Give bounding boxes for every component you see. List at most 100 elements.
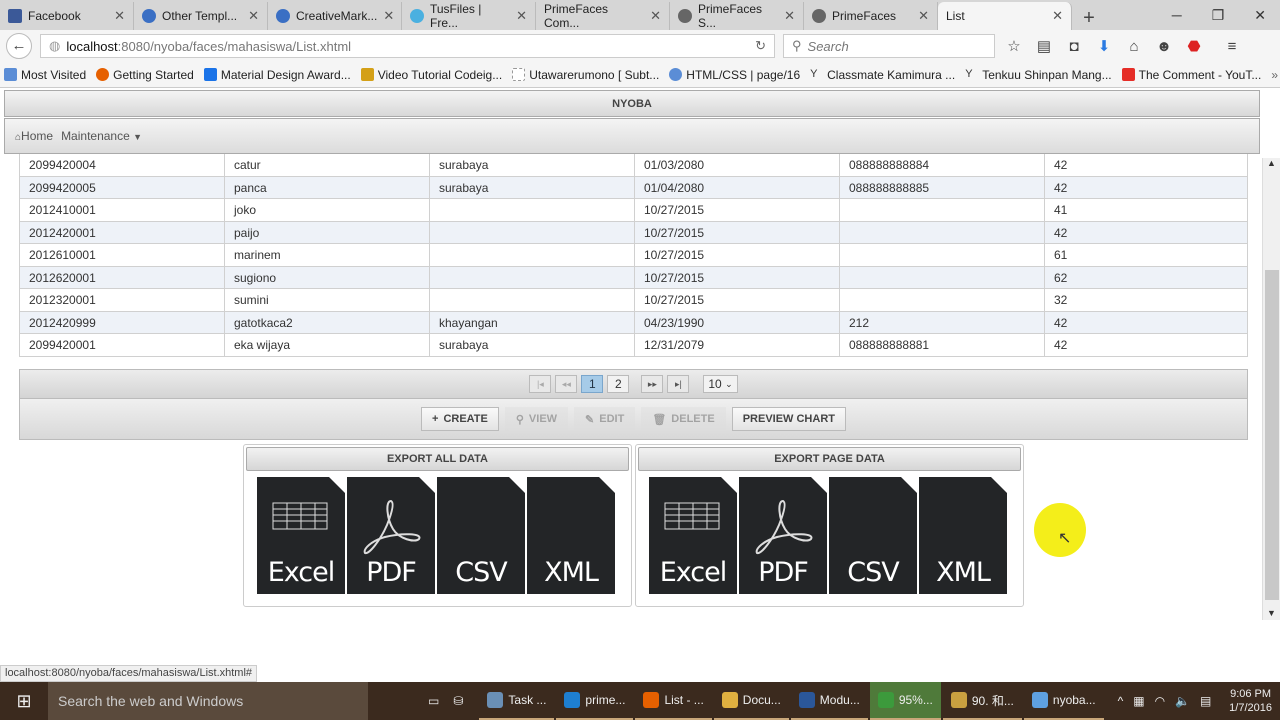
first-page-button[interactable]: |◂: [529, 375, 552, 393]
table-row[interactable]: 2099420001 eka wijaya surabaya 12/31/2079 08…: [19, 334, 1248, 357]
browser-tab[interactable]: Facebook ✕: [0, 2, 134, 30]
bookmark[interactable]: Most Visited: [4, 68, 86, 82]
task-view-icon[interactable]: ▭: [428, 694, 439, 708]
clock[interactable]: 9:06 PM 1/7/2016: [1221, 687, 1280, 715]
browser-tab[interactable]: PrimeFaces ✕: [804, 2, 938, 30]
export-excel-button[interactable]: Excel: [257, 477, 345, 594]
search-input[interactable]: ⚲ Search: [783, 34, 995, 58]
preview-chart-button[interactable]: PREVIEW CHART: [731, 407, 846, 431]
taskbar-item[interactable]: nyoba...: [1023, 682, 1104, 720]
export-xml-button[interactable]: XML: [919, 477, 1007, 594]
bookmark[interactable]: Y Tenkuu Shinpan Mang...: [965, 68, 1111, 82]
delete-button[interactable]: 🗑 DELETE: [641, 407, 726, 431]
spreadsheet-icon: [272, 502, 328, 530]
table-row[interactable]: 2012420999 gatotkaca2 khayangan 04/23/1990 2…: [19, 311, 1248, 334]
taskbar-item[interactable]: List - ...: [635, 682, 712, 720]
bookmark[interactable]: Material Design Award...: [203, 68, 351, 82]
table-row[interactable]: 2012320001 sumini 10/27/2015 32: [19, 289, 1248, 312]
reload-icon[interactable]: ↻: [755, 38, 766, 54]
scroll-up-icon[interactable]: ▲: [1263, 158, 1280, 168]
wifi-icon[interactable]: ◠: [1155, 694, 1165, 708]
browser-tab[interactable]: TusFiles | Fre... ✕: [402, 2, 536, 30]
back-icon[interactable]: ←: [6, 33, 32, 59]
bookmark[interactable]: HTML/CSS | page/16: [669, 68, 800, 82]
menu-home[interactable]: ⌂Home: [15, 129, 53, 143]
scrollbar-thumb[interactable]: [1265, 270, 1279, 600]
new-tab-button[interactable]: +: [1078, 7, 1100, 30]
prev-page-button[interactable]: ◂◂: [555, 375, 578, 393]
restore-icon[interactable]: ❐: [1212, 7, 1225, 24]
export-xml-button[interactable]: XML: [527, 477, 615, 594]
bookmark-star-icon[interactable]: ☆: [1003, 37, 1025, 55]
taskbar-item[interactable]: Task ...: [479, 682, 555, 720]
close-icon[interactable]: ✕: [383, 8, 394, 24]
export-excel-button[interactable]: Excel: [649, 477, 737, 594]
table-row[interactable]: 2099420005 panca surabaya 01/04/2080 0888888…: [19, 176, 1248, 199]
table-row[interactable]: 2012420001 paijo 10/27/2015 42: [19, 221, 1248, 244]
store-icon[interactable]: ⛁: [453, 694, 463, 708]
last-page-button[interactable]: ▸|: [667, 375, 690, 393]
close-icon[interactable]: ✕: [1052, 8, 1063, 24]
page-2-button[interactable]: 2: [607, 375, 630, 393]
adblock-icon[interactable]: ⬣: [1183, 37, 1205, 55]
smiley-icon[interactable]: ☻: [1153, 38, 1175, 55]
edit-button[interactable]: ✎ EDIT: [574, 407, 636, 431]
bookmark[interactable]: Video Tutorial Codeig...: [360, 68, 502, 82]
page-title: NYOBA: [4, 90, 1260, 117]
notification-icon[interactable]: ▤: [1200, 694, 1211, 708]
pocket-icon[interactable]: ◘: [1063, 38, 1085, 55]
vertical-scrollbar[interactable]: ▲ ▼: [1262, 158, 1280, 620]
menu-icon[interactable]: ≡: [1221, 38, 1243, 55]
page-1-button[interactable]: 1: [581, 375, 604, 393]
export-csv-button[interactable]: CSV: [829, 477, 917, 594]
close-icon[interactable]: ✕: [248, 8, 259, 24]
chevron-up-icon[interactable]: ^: [1118, 694, 1124, 708]
volume-icon[interactable]: 🔈: [1175, 694, 1190, 708]
browser-tab[interactable]: CreativeMark... ✕: [268, 2, 402, 30]
taskbar-item[interactable]: 95%...: [869, 682, 941, 720]
export-pdf-button[interactable]: PDF: [739, 477, 827, 594]
table-row[interactable]: 2012620001 sugiono 10/27/2015 62: [19, 266, 1248, 289]
windows-start-icon[interactable]: ⊞: [0, 691, 48, 712]
bookmark[interactable]: Y Classmate Kamimura ...: [810, 68, 955, 82]
taskbar-item[interactable]: Docu...: [713, 682, 789, 720]
browser-tab[interactable]: PrimeFaces Com... ✕: [536, 2, 670, 30]
bookmark[interactable]: Utawarerumono [ Subt...: [512, 68, 659, 82]
bookmark[interactable]: Getting Started: [96, 68, 194, 82]
url-bar[interactable]: ◍ localhost:8080/nyoba/faces/mahasiswa/Li…: [40, 34, 775, 58]
close-window-icon[interactable]: ✕: [1254, 7, 1266, 24]
table-row[interactable]: 2099420004 catur surabaya 01/03/2080 0888888…: [19, 154, 1248, 177]
close-icon[interactable]: ✕: [784, 8, 795, 24]
close-icon[interactable]: ✕: [114, 8, 125, 24]
close-icon[interactable]: ✕: [516, 8, 527, 24]
app-icon: [877, 692, 894, 708]
next-page-button[interactable]: ▸▸: [641, 375, 664, 393]
close-icon[interactable]: ✕: [650, 8, 661, 24]
bookmark[interactable]: The Comment - YouT...: [1121, 68, 1261, 82]
network-icon[interactable]: ▦: [1133, 694, 1144, 708]
menu-maintenance[interactable]: Maintenance ▼: [61, 129, 142, 143]
reading-list-icon[interactable]: ▤: [1033, 37, 1055, 55]
minimize-icon[interactable]: ─: [1172, 7, 1182, 24]
browser-tab[interactable]: PrimeFaces S... ✕: [670, 2, 804, 30]
export-pdf-button[interactable]: PDF: [347, 477, 435, 594]
rows-per-page-select[interactable]: 10 ⌄: [703, 375, 738, 393]
taskbar-item[interactable]: Modu...: [790, 682, 868, 720]
home-icon[interactable]: ⌂: [1123, 38, 1145, 55]
download-icon[interactable]: ⬇: [1093, 37, 1115, 55]
taskbar-item[interactable]: 90. 和...: [942, 682, 1022, 720]
view-button[interactable]: ⚲ VIEW: [504, 407, 569, 431]
scroll-down-icon[interactable]: ▼: [1263, 608, 1280, 618]
app-icon: [1031, 692, 1048, 708]
table-row[interactable]: 2012410001 joko 10/27/2015 41: [19, 199, 1248, 222]
overflow-chevron-icon[interactable]: »: [1271, 68, 1278, 82]
taskbar-search[interactable]: Search the web and Windows: [48, 682, 368, 720]
create-button[interactable]: + CREATE: [421, 407, 499, 431]
taskbar-item[interactable]: prime...: [556, 682, 634, 720]
browser-tab[interactable]: Other Templ... ✕: [134, 2, 268, 30]
close-icon[interactable]: ✕: [918, 8, 929, 24]
browser-tab-active[interactable]: List ✕: [938, 2, 1072, 30]
table-row[interactable]: 2012610001 marinem 10/27/2015 61: [19, 244, 1248, 267]
table-cell: 01/03/2080: [634, 154, 839, 176]
export-csv-button[interactable]: CSV: [437, 477, 525, 594]
